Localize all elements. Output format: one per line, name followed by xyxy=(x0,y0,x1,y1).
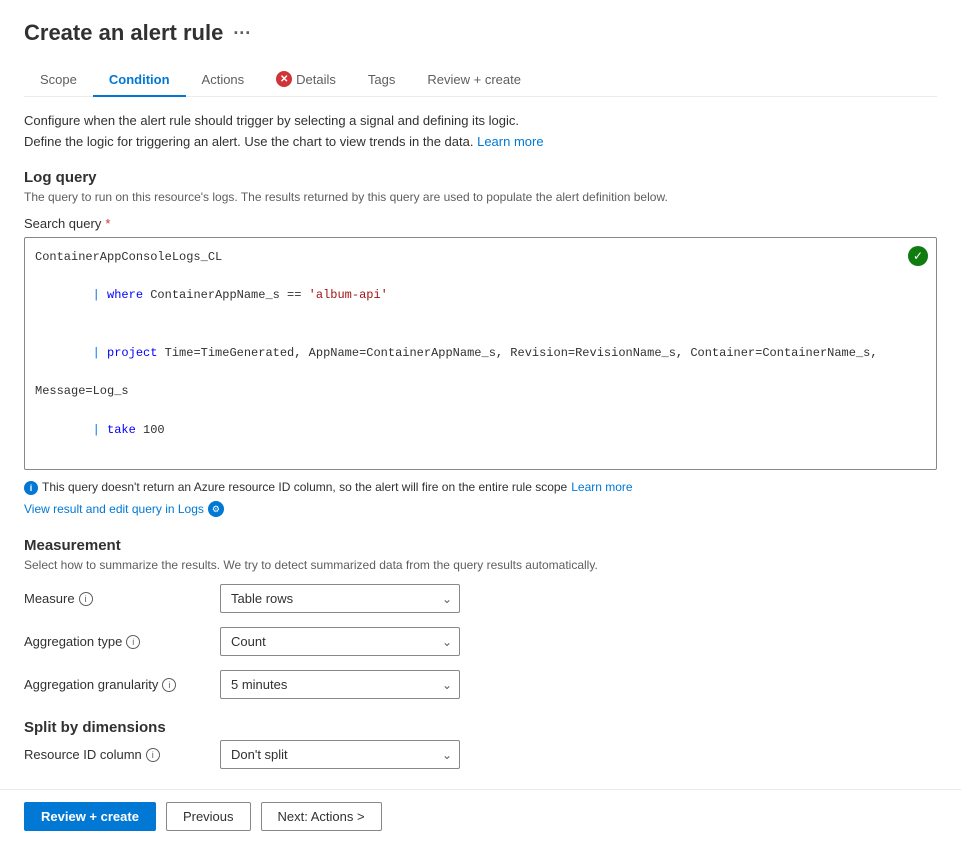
query-info-row: i This query doesn't return an Azure res… xyxy=(24,480,937,495)
resource-id-column-select[interactable]: Don't split xyxy=(220,740,460,769)
measure-row: Measure i Table rows Custom column ⌄ xyxy=(24,584,937,613)
split-section-title: Split by dimensions xyxy=(24,719,937,736)
required-star: * xyxy=(105,216,110,231)
measure-select-wrapper: Table rows Custom column ⌄ xyxy=(220,584,460,613)
query-info-text: This query doesn't return an Azure resou… xyxy=(42,480,567,494)
tab-condition[interactable]: Condition xyxy=(93,63,186,97)
tab-details-label: Details xyxy=(296,72,336,87)
split-by-dimensions-section: Split by dimensions Resource ID column i… xyxy=(24,719,937,769)
search-query-label: Search query * xyxy=(24,216,937,231)
tab-review-create[interactable]: Review + create xyxy=(411,63,537,97)
logs-badge-icon xyxy=(208,501,224,517)
info-icon: i xyxy=(24,481,38,495)
aggregation-type-select-wrapper: Count Average Min Max Sum ⌄ xyxy=(220,627,460,656)
tab-actions[interactable]: Actions xyxy=(186,63,261,97)
tab-bar: Scope Condition Actions ✕ Details Tags R… xyxy=(24,62,937,97)
query-valid-icon xyxy=(908,246,928,266)
review-create-button[interactable]: Review + create xyxy=(24,802,156,831)
next-button[interactable]: Next: Actions > xyxy=(261,802,382,831)
aggregation-granularity-select-wrapper: 1 minute 5 minutes 15 minutes 30 minutes… xyxy=(220,670,460,699)
view-logs-link[interactable]: View result and edit query in Logs xyxy=(24,502,204,516)
page-title-dots: ··· xyxy=(233,23,251,44)
query-wrapper: ContainerAppConsoleLogs_CL | where Conta… xyxy=(24,237,937,470)
resource-id-select-wrapper: Don't split ⌄ xyxy=(220,740,460,769)
aggregation-type-label: Aggregation type i xyxy=(24,634,204,649)
resource-id-column-row: Resource ID column i Don't split ⌄ xyxy=(24,740,937,769)
log-query-section-title: Log query xyxy=(24,169,937,186)
aggregation-type-row: Aggregation type i Count Average Min Max… xyxy=(24,627,937,656)
measure-select[interactable]: Table rows Custom column xyxy=(220,584,460,613)
resource-id-column-label: Resource ID column i xyxy=(24,747,204,762)
measure-label: Measure i xyxy=(24,591,204,606)
description-line1: Configure when the alert rule should tri… xyxy=(24,113,937,128)
measurement-section-desc: Select how to summarize the results. We … xyxy=(24,558,937,572)
query-line-2: | where ContainerAppName_s == 'album-api… xyxy=(35,267,926,325)
aggregation-granularity-info-icon[interactable]: i xyxy=(162,678,176,692)
tab-scope[interactable]: Scope xyxy=(24,63,93,97)
aggregation-granularity-select[interactable]: 1 minute 5 minutes 15 minutes 30 minutes… xyxy=(220,670,460,699)
aggregation-type-select[interactable]: Count Average Min Max Sum xyxy=(220,627,460,656)
aggregation-granularity-label: Aggregation granularity i xyxy=(24,677,204,692)
aggregation-granularity-row: Aggregation granularity i 1 minute 5 min… xyxy=(24,670,937,699)
search-query-input[interactable]: ContainerAppConsoleLogs_CL | where Conta… xyxy=(24,237,937,470)
tab-tags[interactable]: Tags xyxy=(352,63,411,97)
resource-id-info-icon[interactable]: i xyxy=(146,748,160,762)
measurement-section-title: Measurement xyxy=(24,537,937,554)
description-line2: Define the logic for triggering an alert… xyxy=(24,134,937,149)
query-line-5: | take 100 xyxy=(35,402,926,460)
log-query-section-desc: The query to run on this resource's logs… xyxy=(24,190,937,204)
query-line-1: ContainerAppConsoleLogs_CL xyxy=(35,248,926,267)
page-title: Create an alert rule xyxy=(24,20,223,46)
description-learn-more-link[interactable]: Learn more xyxy=(477,134,543,149)
details-error-icon: ✕ xyxy=(276,71,292,87)
view-logs-row: View result and edit query in Logs xyxy=(24,501,937,517)
tab-details[interactable]: ✕ Details xyxy=(260,63,352,97)
query-info-learn-more-link[interactable]: Learn more xyxy=(571,480,632,494)
measure-info-icon[interactable]: i xyxy=(79,592,93,606)
previous-button[interactable]: Previous xyxy=(166,802,251,831)
query-line-3: | project Time=TimeGenerated, AppName=Co… xyxy=(35,325,926,383)
footer: Review + create Previous Next: Actions > xyxy=(0,789,961,843)
query-line-4: Message=Log_s xyxy=(35,382,926,401)
aggregation-type-info-icon[interactable]: i xyxy=(126,635,140,649)
